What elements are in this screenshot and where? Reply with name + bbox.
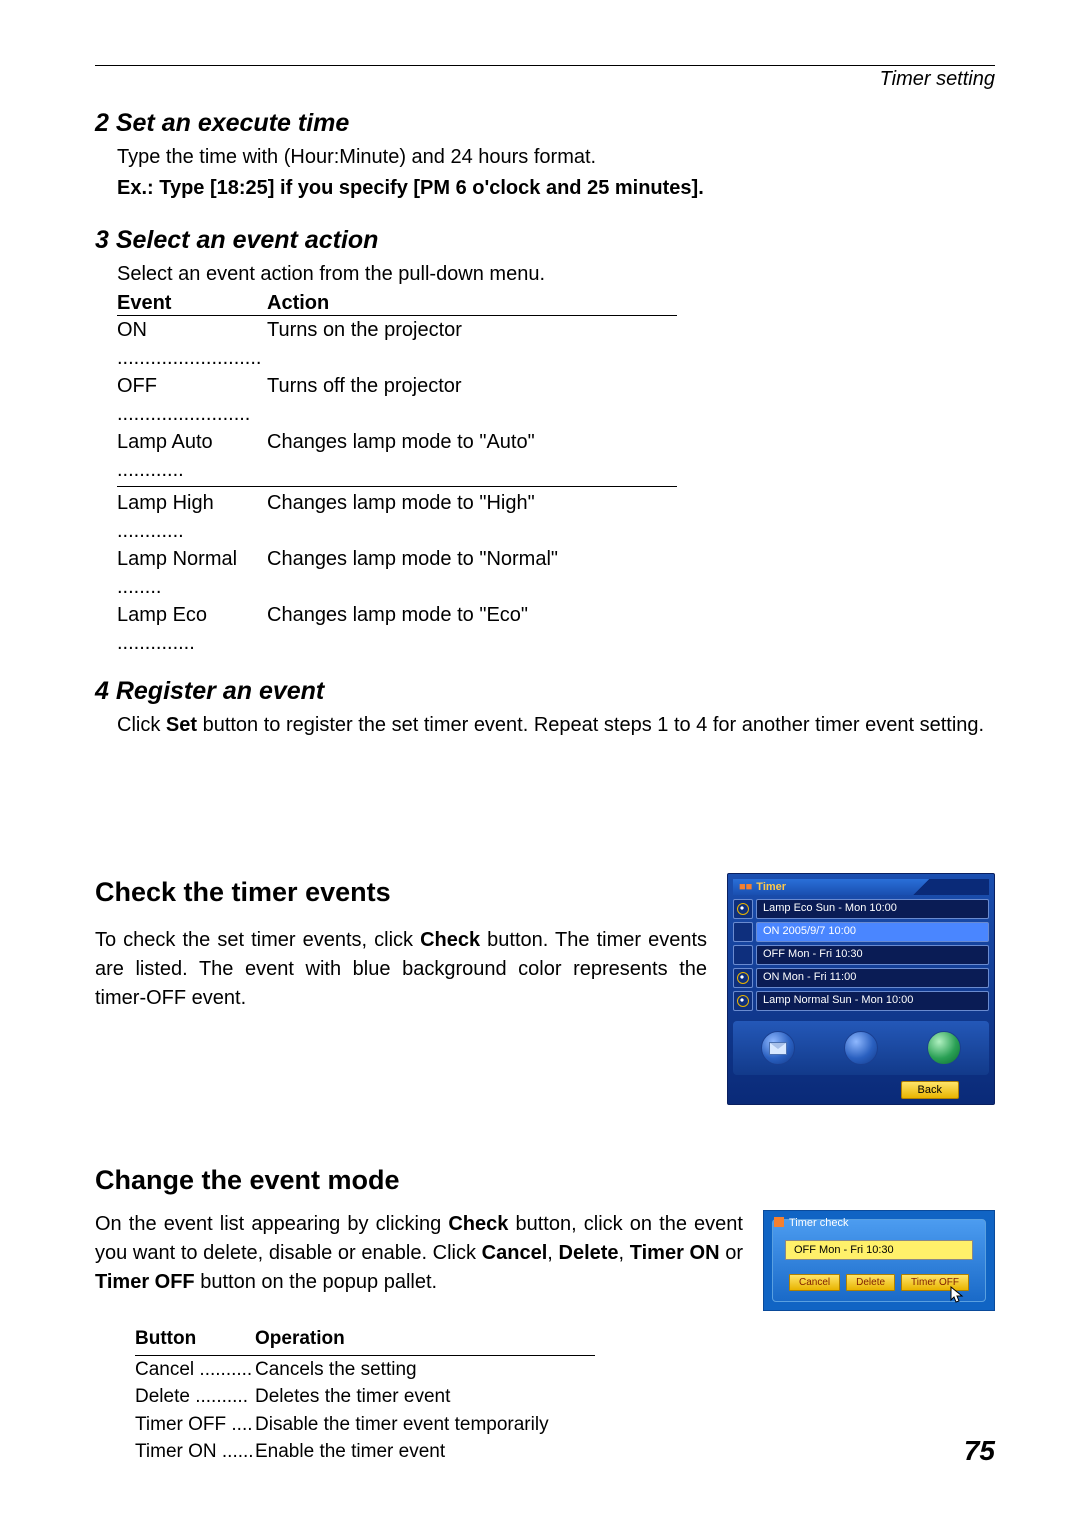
timer-event-label: ON Mon - Fri 11:00 [756, 968, 989, 988]
operation-cell: Cancels the setting [255, 1356, 595, 1384]
ch-b4: Timer ON [630, 1242, 720, 1264]
table-separator [117, 486, 677, 487]
timer-event-label: Lamp Normal Sun - Mon 10:00 [756, 991, 989, 1011]
action-col-header: Action [267, 292, 677, 315]
timer-event-row[interactable]: OFF Mon - Fri 10:30 [733, 945, 989, 965]
check-t1: To check the set timer events, click [95, 929, 420, 951]
table-row: Cancel ..........Cancels the setting [135, 1356, 595, 1384]
event-cell: OFF ........................ [117, 372, 267, 428]
clock-off-icon [733, 922, 753, 942]
step2-line2: Ex.: Type [18:25] if you specify [PM 6 o… [117, 175, 995, 202]
table-row: Lamp Auto ............Changes lamp mode … [117, 428, 677, 484]
tool-icon-2[interactable] [844, 1031, 878, 1065]
step4-pre: Click [117, 714, 166, 736]
ch-t4: , [619, 1242, 630, 1264]
step2-line1: Type the time with (Hour:Minute) and 24 … [117, 144, 995, 171]
action-cell: Changes lamp mode to "High" [267, 489, 677, 545]
event-cell: Lamp High ............ [117, 489, 267, 545]
timer-title-text: Timer [756, 881, 786, 893]
cancel-button[interactable]: Cancel [789, 1274, 840, 1291]
top-rule [95, 65, 995, 66]
table-row: ON ..........................Turns on th… [117, 316, 677, 372]
step2-heading: 2 Set an execute time [95, 109, 995, 138]
table-row: Lamp Eco ..............Changes lamp mode… [117, 601, 677, 657]
action-cell: Turns off the projector [267, 372, 677, 428]
operation-cell: Deletes the timer event [255, 1383, 595, 1411]
timer-event-label: ON 2005/9/7 10:00 [756, 922, 989, 942]
step4-heading: 4 Register an event [95, 677, 995, 706]
button-operation-table: Button Operation Cancel ..........Cancel… [135, 1325, 595, 1466]
change-heading: Change the event mode [95, 1165, 995, 1196]
timer-event-row[interactable]: ON 2005/9/7 10:00 [733, 922, 989, 942]
event-cell: ON .......................... [117, 316, 267, 372]
delete-button[interactable]: Delete [846, 1274, 895, 1291]
operation-cell: Enable the timer event [255, 1438, 595, 1466]
button-cell: Timer OFF .... [135, 1411, 255, 1439]
timer-event-row[interactable]: ON Mon - Fri 11:00 [733, 968, 989, 988]
timer-check-field: OFF Mon - Fri 10:30 [785, 1240, 973, 1260]
table-row: Timer OFF ....Disable the timer event te… [135, 1411, 595, 1439]
table-row: Timer ON ......Enable the timer event [135, 1438, 595, 1466]
timer-event-row[interactable]: Lamp Normal Sun - Mon 10:00 [733, 991, 989, 1011]
timer-event-label: OFF Mon - Fri 10:30 [756, 945, 989, 965]
timer-event-row[interactable]: Lamp Eco Sun - Mon 10:00 [733, 899, 989, 919]
action-cell: Changes lamp mode to "Eco" [267, 601, 677, 657]
event-cell: Lamp Eco .............. [117, 601, 267, 657]
step4-bold: Set [166, 714, 197, 736]
timer-check-popup: Timer check OFF Mon - Fri 10:30 Cancel D… [763, 1210, 995, 1311]
button-cell: Timer ON ...... [135, 1438, 255, 1466]
button-col-header: Button [135, 1325, 255, 1353]
check-bold: Check [420, 929, 480, 951]
ch-t1: On the event list appearing by clicking [95, 1213, 448, 1235]
timer-event-label: Lamp Eco Sun - Mon 10:00 [756, 899, 989, 919]
ch-b3: Delete [559, 1242, 619, 1264]
timer-panel-screenshot: ■■Timer Lamp Eco Sun - Mon 10:00 ON 2005/… [727, 873, 995, 1105]
step4-text: Click Set button to register the set tim… [117, 712, 995, 739]
tool-icon-3[interactable] [927, 1031, 961, 1065]
page-number: 75 [964, 1435, 995, 1467]
ch-b2: Cancel [482, 1242, 548, 1264]
timer-panel-title: ■■Timer [733, 879, 989, 895]
step3-intro: Select an event action from the pull-dow… [117, 261, 995, 288]
running-header: Timer setting [95, 68, 995, 91]
ch-b5: Timer OFF [95, 1271, 195, 1293]
event-col-header: Event [117, 292, 267, 315]
ch-b1: Check [448, 1213, 508, 1235]
back-button[interactable]: Back [901, 1081, 959, 1099]
button-cell: Delete .......... [135, 1383, 255, 1411]
table-row: Delete ..........Deletes the timer event [135, 1383, 595, 1411]
action-cell: Changes lamp mode to "Auto" [267, 428, 677, 484]
event-cell: Lamp Normal ........ [117, 545, 267, 601]
timer-check-label: Timer check [774, 1217, 849, 1229]
table-row: OFF ........................Turns off th… [117, 372, 677, 428]
ch-t5: or [720, 1242, 743, 1264]
mail-icon[interactable] [761, 1031, 795, 1065]
button-cell: Cancel .......... [135, 1356, 255, 1384]
table-row: Lamp Normal ........Changes lamp mode to… [117, 545, 677, 601]
ch-t6: button on the popup pallet. [195, 1271, 437, 1293]
timer-toolbar [733, 1021, 989, 1075]
operation-col-header: Operation [255, 1325, 595, 1353]
operation-cell: Disable the timer event temporarily [255, 1411, 595, 1439]
step4-post: button to register the set timer event. … [197, 714, 984, 736]
cursor-icon [950, 1286, 964, 1304]
clock-off-icon [733, 945, 753, 965]
ch-t3: , [547, 1242, 558, 1264]
check-text: To check the set timer events, click Che… [95, 926, 707, 1013]
step3-heading: 3 Select an event action [95, 226, 995, 255]
action-cell: Changes lamp mode to "Normal" [267, 545, 677, 601]
clock-on-icon [733, 899, 753, 919]
change-text: On the event list appearing by clicking … [95, 1210, 743, 1297]
event-action-table: Event Action ON ........................… [117, 292, 677, 657]
clock-on-icon [733, 991, 753, 1011]
event-cell: Lamp Auto ............ [117, 428, 267, 484]
clock-on-icon [733, 968, 753, 988]
check-heading: Check the timer events [95, 873, 707, 912]
table-row: Lamp High ............Changes lamp mode … [117, 489, 677, 545]
action-cell: Turns on the projector [267, 316, 677, 372]
